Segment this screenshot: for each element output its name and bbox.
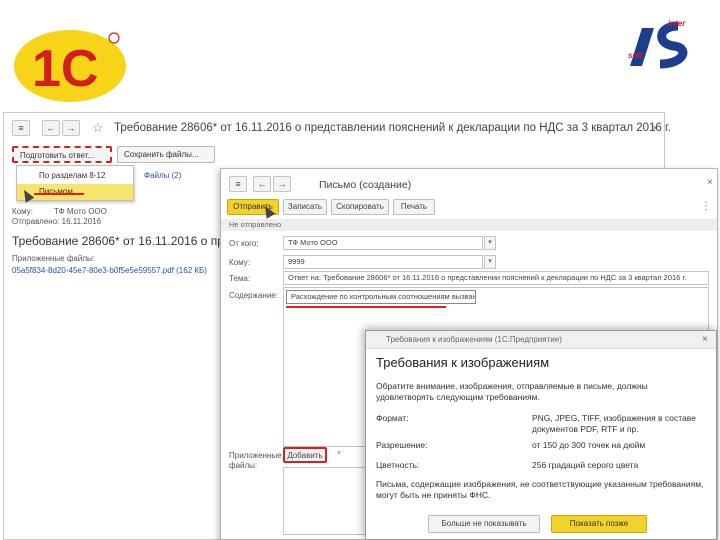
close-icon[interactable]: × xyxy=(652,123,658,134)
content-label: Содержание: xyxy=(229,291,278,300)
from-field[interactable]: ТФ Мото ООО xyxy=(283,236,483,250)
dropdown-icon[interactable]: ▾ xyxy=(484,236,496,250)
sent-date: Отправлено: 16.11.2016 xyxy=(12,217,102,226)
dialog-header-title: Требования к изображениям (1С:Предприяти… xyxy=(386,335,562,344)
1c-logo: 1C xyxy=(14,30,126,102)
window-title: Требование 28606* от 16.11.2016 о предст… xyxy=(114,122,671,134)
dialog-warning: Письма, содержащие изображения, не соотв… xyxy=(376,479,704,500)
forward-button[interactable]: → xyxy=(62,120,80,136)
print-button[interactable]: Печать xyxy=(393,199,435,215)
subject-label: Тема: xyxy=(229,274,251,283)
sender-value: ТФ Мото ООО xyxy=(54,207,107,216)
to-label: Кому: xyxy=(12,207,33,216)
svg-text:inter: inter xyxy=(668,19,686,28)
letter-title: Письмо (создание) xyxy=(319,179,412,191)
back-button[interactable]: ← xyxy=(42,120,60,136)
forward-button[interactable]: → xyxy=(273,176,291,192)
menu-item-sections[interactable]: По разделам 8-12 xyxy=(17,168,133,184)
red-highlight-underline xyxy=(286,306,446,308)
dialog-heading: Требования к изображениям xyxy=(376,355,550,370)
dialog-header: Требования к изображениям (1С:Предприяти… xyxy=(366,331,716,349)
status-strip: Не отправлено xyxy=(221,219,717,231)
prepare-reply-button[interactable]: Подготовить ответ... xyxy=(12,146,112,163)
red-highlight-underline xyxy=(34,193,84,195)
resolution-value: от 150 до 300 точек на дюйм xyxy=(532,440,646,450)
delete-icon[interactable]: × xyxy=(333,448,345,462)
color-label: Цветность: xyxy=(376,460,420,470)
menu-icon[interactable]: ≡ xyxy=(229,176,247,192)
resolution-label: Разрешение: xyxy=(376,440,428,450)
dropdown-icon[interactable]: ▾ xyxy=(484,255,496,269)
dont-show-again-button[interactable]: Больше не показывать xyxy=(428,515,540,533)
dialog-intro: Обратите внимание, изображения, отправля… xyxy=(376,381,648,402)
add-file-button[interactable]: Добавить xyxy=(283,447,327,463)
color-value: 256 градаций серого цвета xyxy=(532,460,639,470)
intersoft-logo: inter soft xyxy=(628,19,688,69)
close-icon[interactable]: × xyxy=(707,177,713,188)
menu-icon[interactable]: ≡ xyxy=(12,120,30,136)
document-heading: Требование 28606* от 16.11.2016 о предс xyxy=(12,234,244,248)
back-button[interactable]: ← xyxy=(253,176,271,192)
copy-button[interactable]: Скопировать xyxy=(331,199,389,215)
to-field[interactable]: 9999 xyxy=(283,255,483,269)
image-requirements-dialog: Требования к изображениям (1С:Предприяти… xyxy=(365,330,717,540)
show-later-button[interactable]: Показать позже xyxy=(551,515,647,533)
subject-field[interactable]: Ответ на: Требование 28606* от 16.11.201… xyxy=(283,271,709,285)
format-label: Формат: xyxy=(376,413,409,423)
save-files-button[interactable]: Сохранить файлы... xyxy=(117,146,215,163)
close-icon[interactable]: × xyxy=(702,334,708,345)
favorite-star-icon[interactable]: ☆ xyxy=(92,120,104,136)
from-label: От кого: xyxy=(229,239,259,248)
to-label: Кому: xyxy=(229,258,250,267)
content-text[interactable]: Расхождение по контрольным соотношениям … xyxy=(286,290,476,304)
more-actions-icon[interactable]: ⋮ xyxy=(701,201,711,212)
save-button[interactable]: Записать xyxy=(283,199,327,215)
attachment-pdf-link[interactable]: 05a5f834-8d20-45e7-80e3-b0f5e5e59557.pdf… xyxy=(12,266,207,275)
attachments-label: Приложенные файлы: xyxy=(12,254,95,263)
svg-text:1C: 1C xyxy=(32,40,98,98)
format-value: PNG, JPEG, TIFF, изображения в составе д… xyxy=(532,413,696,434)
files-link[interactable]: Файлы (2) xyxy=(144,171,181,180)
svg-text:soft: soft xyxy=(628,51,643,60)
attached-files-label: Приложенные файлы: xyxy=(229,451,282,470)
